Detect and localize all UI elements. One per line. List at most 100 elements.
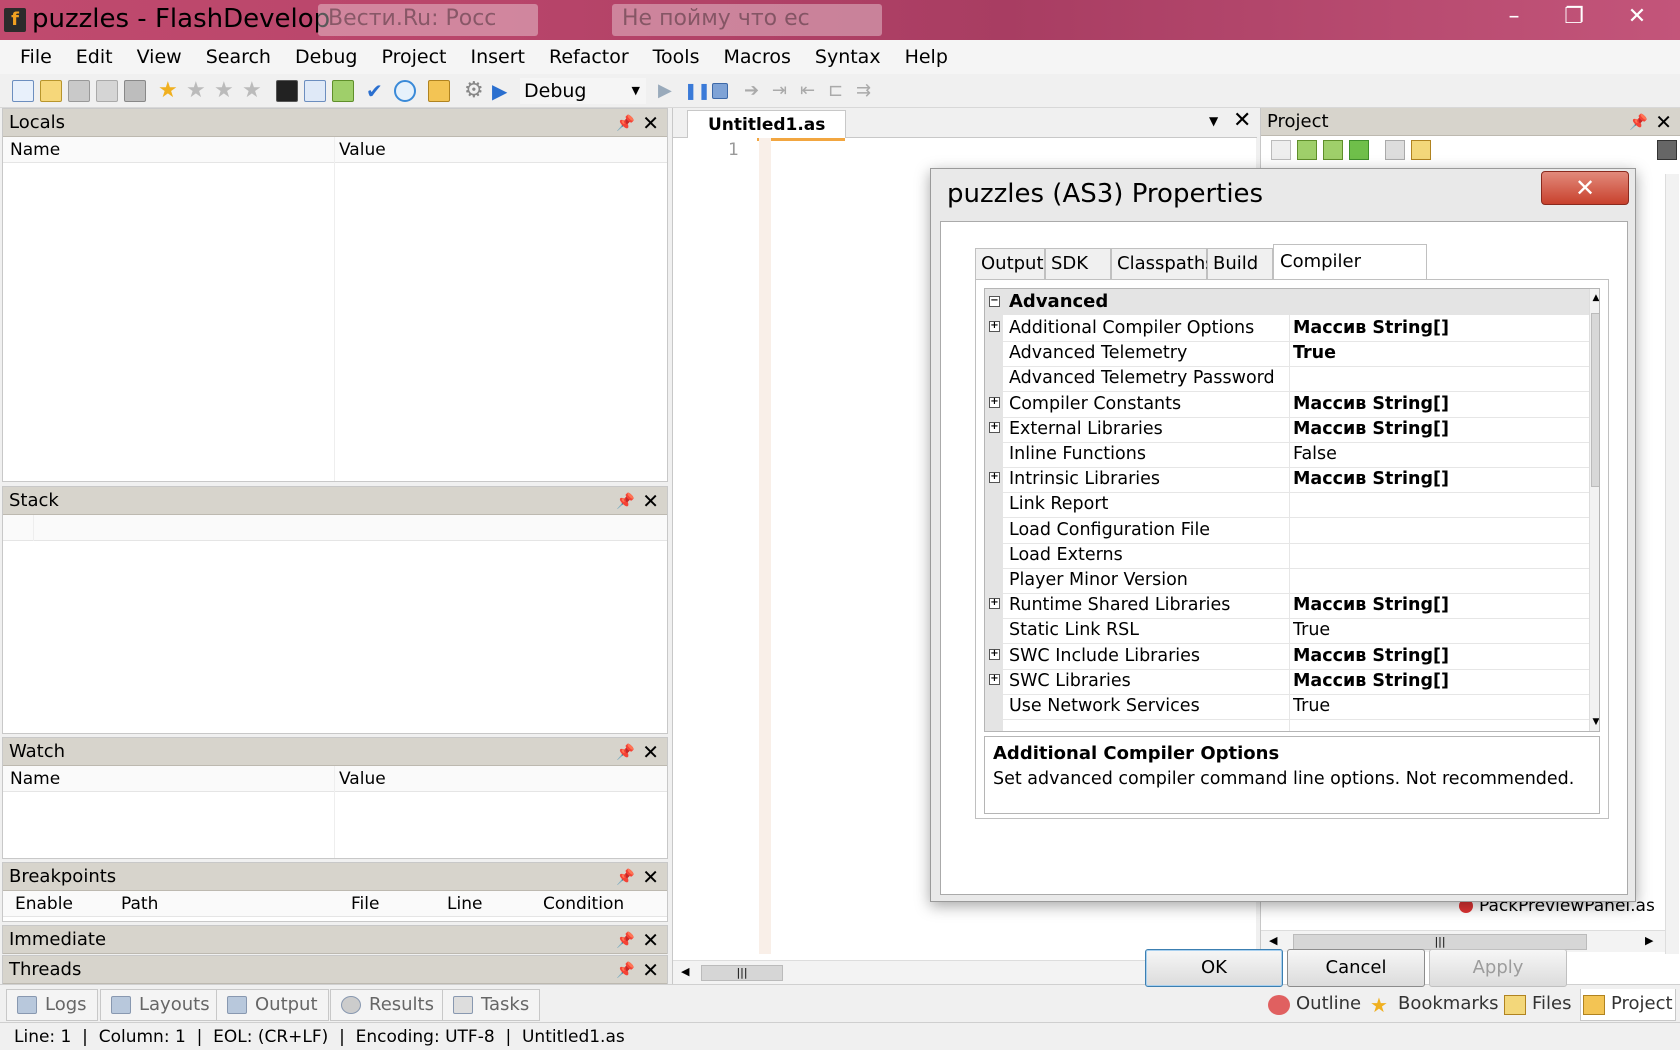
property-row[interactable]: Compiler Constants Массив String[] bbox=[1003, 391, 1589, 418]
maximize-button[interactable]: ❐ bbox=[1544, 0, 1604, 34]
refresh-clock-icon[interactable] bbox=[394, 80, 416, 102]
settings-gear-icon[interactable]: ⚙ bbox=[464, 80, 486, 102]
scroll-down-icon[interactable]: ▼ bbox=[1590, 717, 1599, 727]
build-config-select[interactable]: Debug ▼ bbox=[520, 78, 646, 104]
expand-icon[interactable]: + bbox=[989, 598, 1000, 610]
tab-outline[interactable]: Outline bbox=[1266, 989, 1361, 1021]
scrollbar-thumb[interactable]: ||| bbox=[701, 965, 783, 981]
ok-button[interactable]: OK bbox=[1145, 949, 1283, 987]
menu-help[interactable]: Help bbox=[893, 46, 960, 68]
expand-icon[interactable]: + bbox=[989, 673, 1000, 685]
property-row[interactable]: Intrinsic Libraries Массив String[] bbox=[1003, 466, 1589, 494]
window-close-button[interactable]: ✕ bbox=[1604, 0, 1670, 34]
project-properties-icon[interactable] bbox=[1657, 140, 1677, 160]
close-document-icon[interactable]: ✕ bbox=[1233, 108, 1251, 133]
close-icon[interactable]: ✕ bbox=[642, 738, 659, 766]
menu-tools[interactable]: Tools bbox=[641, 46, 712, 68]
print-icon[interactable] bbox=[124, 80, 146, 102]
category-advanced[interactable]: − Advanced bbox=[985, 289, 1589, 315]
property-value[interactable]: Массив String[] bbox=[1293, 416, 1583, 442]
property-value[interactable]: True bbox=[1293, 693, 1583, 719]
pin-icon[interactable]: 📌 bbox=[616, 956, 635, 984]
menu-refactor[interactable]: Refactor bbox=[537, 46, 641, 68]
project-box-icon[interactable] bbox=[428, 80, 450, 102]
property-row[interactable]: External Libraries Массив String[] bbox=[1003, 416, 1589, 443]
property-value[interactable]: Массив String[] bbox=[1293, 391, 1583, 417]
tab-project[interactable]: Project bbox=[1580, 989, 1676, 1021]
tab-output[interactable]: Output bbox=[216, 989, 329, 1021]
scroll-up-icon[interactable]: ▲ bbox=[1590, 293, 1599, 303]
column-path[interactable]: Path bbox=[121, 891, 158, 917]
save-icon[interactable] bbox=[68, 80, 90, 102]
sync-icon[interactable] bbox=[1323, 140, 1343, 160]
bookmark-prev-icon[interactable]: ★ bbox=[186, 80, 208, 102]
debug-pause-icon[interactable]: ❚❚ bbox=[684, 80, 711, 102]
close-icon[interactable]: ✕ bbox=[1655, 108, 1672, 136]
property-row[interactable]: Static Link RSL True bbox=[1003, 617, 1589, 645]
expand-icon[interactable]: + bbox=[989, 321, 1000, 332]
expand-icon[interactable]: + bbox=[989, 421, 1000, 433]
debug-continue-icon[interactable]: ▶ bbox=[658, 80, 680, 102]
command-prompt-icon[interactable] bbox=[276, 80, 298, 102]
menu-edit[interactable]: Edit bbox=[64, 46, 125, 68]
property-row[interactable]: Player Minor Version bbox=[1003, 567, 1589, 594]
property-row[interactable]: SWC Libraries Массив String[] bbox=[1003, 668, 1589, 695]
bookmark-clear-icon[interactable]: ★ bbox=[242, 80, 264, 102]
layout-icon[interactable] bbox=[304, 80, 326, 102]
run-play-icon[interactable]: ▶ bbox=[492, 80, 514, 102]
tab-output[interactable]: Output bbox=[975, 248, 1045, 280]
scroll-left-icon[interactable]: ◀ bbox=[1269, 934, 1277, 947]
column-name[interactable]: Name bbox=[10, 137, 60, 163]
bookmark-next-icon[interactable]: ★ bbox=[214, 80, 236, 102]
property-value[interactable]: Массив String[] bbox=[1293, 466, 1583, 492]
debug-frame-icon[interactable]: ⊏ bbox=[828, 80, 850, 102]
property-row[interactable]: SWC Include Libraries Массив String[] bbox=[1003, 643, 1589, 670]
document-tab-untitled1[interactable]: Untitled1.as bbox=[687, 110, 847, 141]
property-row[interactable]: Load Externs bbox=[1003, 542, 1589, 569]
apply-button[interactable]: Apply bbox=[1429, 949, 1567, 987]
property-value[interactable]: Массив String[] bbox=[1293, 315, 1583, 341]
pin-icon[interactable]: 📌 bbox=[616, 487, 635, 515]
open-folder-icon[interactable] bbox=[40, 80, 62, 102]
pin-icon[interactable]: 📌 bbox=[616, 926, 635, 954]
menu-project[interactable]: Project bbox=[369, 46, 458, 68]
property-row[interactable]: Use Network Services True bbox=[1003, 693, 1589, 720]
debug-step-over-icon[interactable]: ➔ bbox=[744, 80, 766, 102]
tab-tasks[interactable]: Tasks bbox=[442, 989, 541, 1021]
column-file[interactable]: File bbox=[351, 891, 379, 917]
check-syntax-icon[interactable]: ✔ bbox=[366, 80, 388, 102]
tab-results[interactable]: Results bbox=[330, 989, 445, 1021]
menu-debug[interactable]: Debug bbox=[283, 46, 369, 68]
column-line[interactable]: Line bbox=[447, 891, 482, 917]
property-value[interactable]: False bbox=[1293, 441, 1583, 467]
tab-list-dropdown-icon[interactable]: ▼ bbox=[1209, 114, 1218, 128]
vertical-scrollbar[interactable]: ▲ ▼ bbox=[1589, 289, 1599, 731]
property-value[interactable]: Массив String[] bbox=[1293, 668, 1583, 694]
menu-search[interactable]: Search bbox=[194, 46, 283, 68]
cancel-button[interactable]: Cancel bbox=[1287, 949, 1425, 987]
expand-icon[interactable]: + bbox=[989, 396, 1000, 408]
tab-sdk[interactable]: SDK bbox=[1045, 248, 1111, 280]
pin-icon[interactable]: 📌 bbox=[616, 738, 635, 766]
scroll-left-icon[interactable]: ◀ bbox=[681, 965, 689, 978]
close-icon[interactable]: ✕ bbox=[642, 109, 659, 137]
property-row[interactable]: Additional Compiler Options Массив String… bbox=[1003, 315, 1589, 342]
scrollbar-thumb[interactable]: ||| bbox=[1293, 934, 1587, 950]
menu-insert[interactable]: Insert bbox=[458, 46, 537, 68]
add-file-icon[interactable] bbox=[1297, 140, 1317, 160]
tab-layouts[interactable]: Layouts bbox=[100, 989, 221, 1021]
tab-compiler-options[interactable]: Compiler Options bbox=[1273, 244, 1427, 306]
column-value[interactable]: Value bbox=[339, 766, 386, 792]
debug-step-into-icon[interactable]: ⇥ bbox=[772, 80, 794, 102]
bookmark-star-icon[interactable]: ★ bbox=[158, 80, 180, 102]
tab-logs[interactable]: Logs bbox=[6, 989, 98, 1021]
scroll-right-icon[interactable]: ▶ bbox=[1645, 934, 1653, 947]
pin-icon[interactable]: 📌 bbox=[616, 109, 635, 137]
column-value[interactable]: Value bbox=[339, 137, 386, 163]
column-condition[interactable]: Condition bbox=[543, 891, 624, 917]
menu-syntax[interactable]: Syntax bbox=[803, 46, 893, 68]
refresh-icon[interactable] bbox=[1349, 140, 1369, 160]
property-value[interactable]: True bbox=[1293, 340, 1583, 366]
expand-icon[interactable]: + bbox=[989, 648, 1000, 660]
new-file-icon[interactable] bbox=[12, 80, 34, 102]
